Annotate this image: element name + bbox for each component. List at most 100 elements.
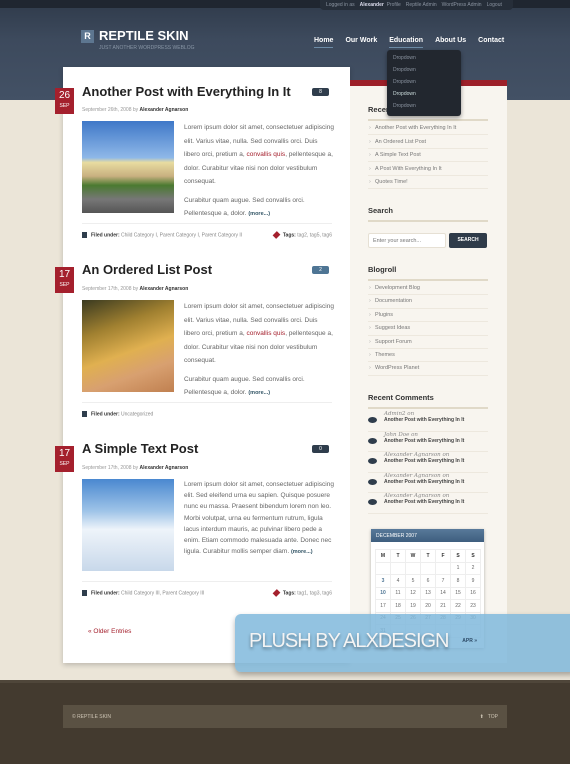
categories[interactable]: Child Category III, Parent Category III bbox=[121, 590, 204, 596]
post-meta: September 26th, 2008 by Alexander Agnars… bbox=[82, 107, 188, 113]
calendar-day bbox=[420, 561, 436, 575]
comment-item[interactable]: John Doe on Another Post with Everything … bbox=[368, 432, 488, 452]
post-excerpt: Lorem ipsum dolor sit amet, consectetuer… bbox=[184, 300, 334, 406]
inline-link[interactable]: convallis quis bbox=[247, 330, 286, 337]
day: 17 bbox=[58, 269, 71, 280]
calendar-day: 14 bbox=[435, 586, 451, 600]
post-footer: Filed under: Child Category I, Parent Ca… bbox=[82, 223, 332, 239]
comment-item[interactable]: Alexander Agnarson on Another Post with E… bbox=[368, 493, 488, 514]
calendar-day: 11 bbox=[390, 586, 406, 600]
username-link[interactable]: Alexander bbox=[360, 2, 384, 8]
recent-post-link[interactable]: An Ordered List Post bbox=[368, 136, 488, 149]
calendar-weekday: W bbox=[405, 549, 421, 563]
post-image[interactable] bbox=[82, 300, 174, 392]
post-author[interactable]: Alexander Agnarson bbox=[140, 286, 189, 292]
blogroll-link[interactable]: Plugins bbox=[368, 309, 488, 323]
blogroll-heading: Blogroll bbox=[368, 265, 488, 281]
post-author[interactable]: Alexander Agnarson bbox=[140, 465, 189, 471]
categories[interactable]: Uncategorized bbox=[121, 411, 153, 417]
tags[interactable]: tag1, tag3, tag6 bbox=[297, 590, 332, 596]
search-input[interactable] bbox=[368, 233, 446, 248]
tags-label: Tags: bbox=[282, 590, 296, 597]
blogroll-link[interactable]: WordPress Planet bbox=[368, 362, 488, 376]
blogroll-link[interactable]: Support Forum bbox=[368, 336, 488, 349]
recent-post-link[interactable]: A Simple Text Post bbox=[368, 149, 488, 163]
post-footer: Filed under: Child Category III, Parent … bbox=[82, 581, 332, 597]
top-label: TOP bbox=[487, 714, 498, 720]
text: Lorem ipsum dolor sit amet, consectetuer… bbox=[184, 481, 334, 556]
comment-count[interactable]: 0 bbox=[312, 445, 329, 453]
site-title[interactable]: REPTILE SKIN bbox=[99, 28, 189, 43]
blogroll-link[interactable]: Suggest Ideas bbox=[368, 322, 488, 336]
blogroll-link[interactable]: Documentation bbox=[368, 295, 488, 309]
recent-post-link[interactable]: Quotes Time! bbox=[368, 176, 488, 190]
older-entries-link[interactable]: « Older Entries bbox=[88, 628, 131, 635]
more-link[interactable]: (more...) bbox=[248, 390, 270, 396]
wordpress-admin-link[interactable]: WordPress Admin bbox=[442, 2, 482, 8]
blogroll-link[interactable]: Themes bbox=[368, 349, 488, 363]
nav-education[interactable]: Education bbox=[389, 37, 424, 48]
back-to-top-link[interactable]: ⬆ TOP bbox=[480, 714, 498, 720]
dropdown-item[interactable]: Dropdown bbox=[393, 64, 455, 76]
blogroll-link[interactable]: Development Blog bbox=[368, 282, 488, 296]
comment-item[interactable]: Alexander Agnarson on Another Post with E… bbox=[368, 452, 488, 473]
post-title[interactable]: A Simple Text Post bbox=[82, 441, 198, 456]
comment-count[interactable]: 8 bbox=[312, 88, 329, 96]
more-link[interactable]: (more...) bbox=[248, 211, 270, 217]
education-dropdown: Dropdown Dropdown Dropdown Dropdown Drop… bbox=[387, 50, 461, 116]
more-link[interactable]: (more...) bbox=[291, 549, 313, 555]
search-heading: Search bbox=[368, 206, 488, 222]
comment-item[interactable]: Admin2 on Another Post with Everything In… bbox=[368, 411, 488, 432]
reptile-admin-link[interactable]: Reptile Admin bbox=[406, 2, 437, 8]
search-button[interactable]: SEARCH bbox=[449, 233, 487, 248]
comment-item[interactable]: Alexander Agnarson on Another Post with E… bbox=[368, 473, 488, 493]
nav-home[interactable]: Home bbox=[314, 37, 334, 48]
post-meta: September 17th, 2008 by Alexander Agnars… bbox=[82, 286, 188, 292]
categories[interactable]: Child Category I, Parent Category I, Par… bbox=[121, 232, 242, 238]
calendar-day: 6 bbox=[420, 574, 436, 588]
post-title[interactable]: Another Post with Everything In It bbox=[82, 84, 291, 99]
comment-post-link[interactable]: Another Post with Everything In It bbox=[384, 458, 464, 464]
comment-post-link[interactable]: Another Post with Everything In It bbox=[384, 479, 464, 485]
calendar-month: DECEMBER 2007 bbox=[371, 529, 484, 542]
nav-about-us[interactable]: About Us bbox=[435, 37, 466, 48]
calendar-day: 9 bbox=[465, 574, 481, 588]
dropdown-item[interactable]: Dropdown bbox=[393, 52, 455, 64]
inline-link[interactable]: convallis quis bbox=[247, 151, 286, 158]
nav-contact[interactable]: Contact bbox=[478, 37, 504, 48]
calendar-weekday: S bbox=[465, 549, 481, 563]
calendar-day: 7 bbox=[435, 574, 451, 588]
profile-link[interactable]: Profile bbox=[387, 2, 401, 8]
recent-post-link[interactable]: A Post With Everything In It bbox=[368, 163, 488, 176]
dropdown-item[interactable]: Dropdown bbox=[393, 88, 455, 100]
month: SEP bbox=[59, 282, 70, 288]
nav-our-work[interactable]: Our Work bbox=[345, 37, 377, 48]
dropdown-item[interactable]: Dropdown bbox=[393, 76, 455, 88]
calendar-day bbox=[435, 561, 451, 575]
comment-count[interactable]: 2 bbox=[312, 266, 329, 274]
calendar-next-link[interactable]: APR » bbox=[462, 638, 477, 644]
post-image[interactable] bbox=[82, 121, 174, 213]
comment-post-link[interactable]: Another Post with Everything In It bbox=[384, 499, 464, 505]
comment-post-link[interactable]: Another Post with Everything In It bbox=[384, 438, 464, 444]
post-excerpt: Lorem ipsum dolor sit amet, consectetuer… bbox=[184, 479, 336, 563]
recent-post-link[interactable]: Another Post with Everything In It bbox=[368, 122, 488, 136]
calendar-week: 17 18 19 20 21 22 23 bbox=[375, 599, 481, 613]
calendar-day bbox=[390, 561, 406, 575]
dropdown-item[interactable]: Dropdown bbox=[393, 100, 455, 112]
logo-icon[interactable]: R bbox=[81, 30, 94, 43]
logout-link[interactable]: Logout bbox=[487, 2, 502, 8]
comment-post-link[interactable]: Another Post with Everything In It bbox=[384, 417, 464, 423]
recent-comments-heading: Recent Comments bbox=[368, 393, 488, 409]
tags[interactable]: tag2, tag5, tag6 bbox=[297, 232, 332, 238]
month: SEP bbox=[59, 461, 70, 467]
post-title[interactable]: An Ordered List Post bbox=[82, 262, 212, 277]
calendar-day: 2 bbox=[465, 561, 481, 575]
post-image[interactable] bbox=[82, 479, 174, 571]
post-author[interactable]: Alexander Agnarson bbox=[140, 107, 189, 113]
calendar-weekday: M bbox=[375, 549, 391, 563]
post-date: September 17th, 2008 by bbox=[82, 465, 139, 471]
calendar-weekday: T bbox=[420, 549, 436, 563]
day: 26 bbox=[58, 90, 71, 101]
post-footer: Filed under: Uncategorized bbox=[82, 402, 332, 417]
